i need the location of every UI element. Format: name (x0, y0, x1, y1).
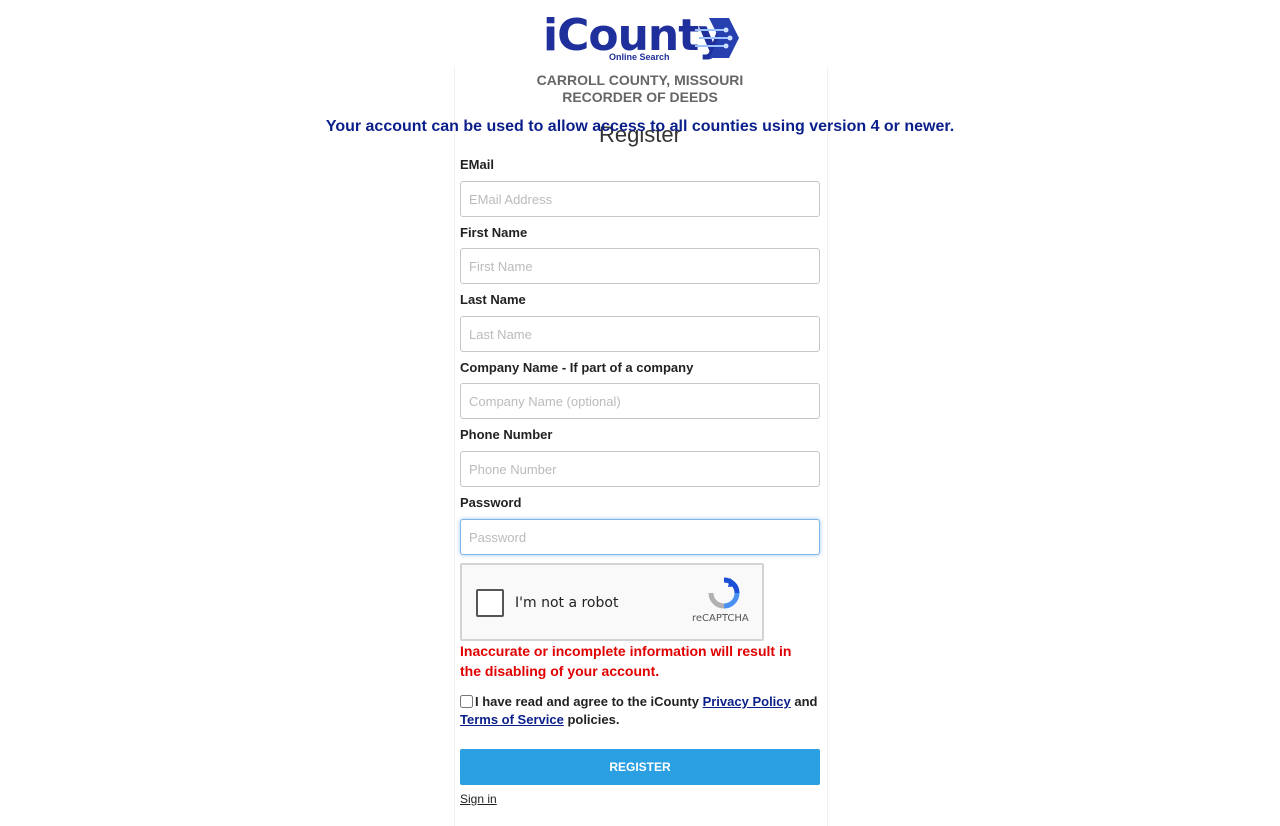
county-title: CARROLL COUNTY, MISSOURI RECORDER OF DEE… (454, 72, 826, 106)
last-name-field[interactable] (460, 316, 820, 352)
phone-number-label: Phone Number (460, 427, 553, 442)
privacy-policy-link[interactable]: Privacy Policy (703, 694, 791, 709)
icounty-logo: iCounty Online Search (543, 10, 743, 66)
first-name-field[interactable] (460, 248, 820, 284)
email-label: EMail (460, 157, 494, 172)
office-name: RECORDER OF DEEDS (562, 89, 718, 105)
agreement-middle: and (794, 694, 818, 709)
password-label: Password (460, 495, 522, 510)
warning-message: Inaccurate or incomplete information wil… (460, 643, 792, 679)
first-name-label: First Name (460, 225, 528, 240)
terms-of-service-link[interactable]: Terms of Service (460, 712, 564, 727)
email-field[interactable] (460, 181, 820, 217)
circuit-logo-icon (695, 18, 739, 58)
recaptcha-widget: I'm not a robot reCAPTCHA (460, 563, 764, 641)
company-name-label: Company Name - If part of a company (460, 360, 694, 375)
recaptcha-icon (708, 577, 740, 609)
agreement: I have read and agree to the iCounty Pri… (460, 693, 820, 729)
register-button[interactable]: REGISTER (460, 749, 820, 785)
phone-number-field[interactable] (460, 451, 820, 487)
account-notice: Your account can be used to allow access… (325, 118, 955, 135)
recaptcha-brand: reCAPTCHA (692, 613, 749, 624)
recaptcha-label: I'm not a robot (515, 595, 619, 611)
county-name: CARROLL COUNTY, MISSOURI (536, 72, 744, 88)
password-field[interactable] (460, 519, 820, 555)
agreement-suffix: policies. (567, 712, 620, 727)
agreement-prefix: I have read and agree to the iCounty (475, 694, 699, 709)
sign-in-link[interactable]: Sign in (460, 792, 497, 806)
logo-subtitle: Online Search (609, 52, 670, 62)
last-name-label: Last Name (460, 292, 526, 307)
company-name-field[interactable] (460, 383, 820, 419)
agree-checkbox[interactable] (460, 695, 473, 708)
recaptcha-checkbox[interactable] (476, 589, 504, 617)
